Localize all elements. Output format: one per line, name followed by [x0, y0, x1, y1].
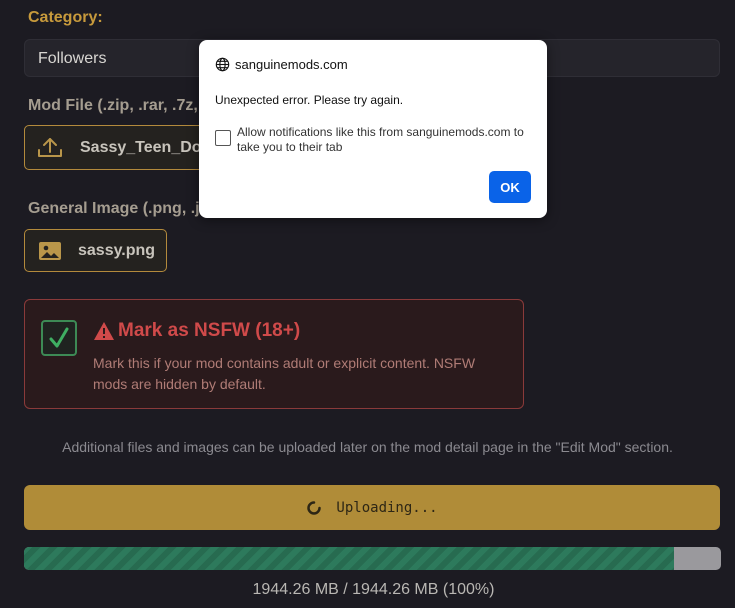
globe-icon — [215, 57, 230, 72]
dialog-origin: sanguinemods.com — [215, 57, 348, 72]
ok-button[interactable]: OK — [489, 171, 531, 203]
allow-notifications-label[interactable]: Allow notifications like this from sangu… — [237, 125, 537, 155]
allow-notifications-checkbox[interactable] — [215, 130, 231, 146]
dialog-origin-text: sanguinemods.com — [235, 57, 348, 72]
dialog-message: Unexpected error. Please try again. — [215, 93, 404, 107]
alert-dialog: sanguinemods.com Unexpected error. Pleas… — [199, 40, 547, 218]
